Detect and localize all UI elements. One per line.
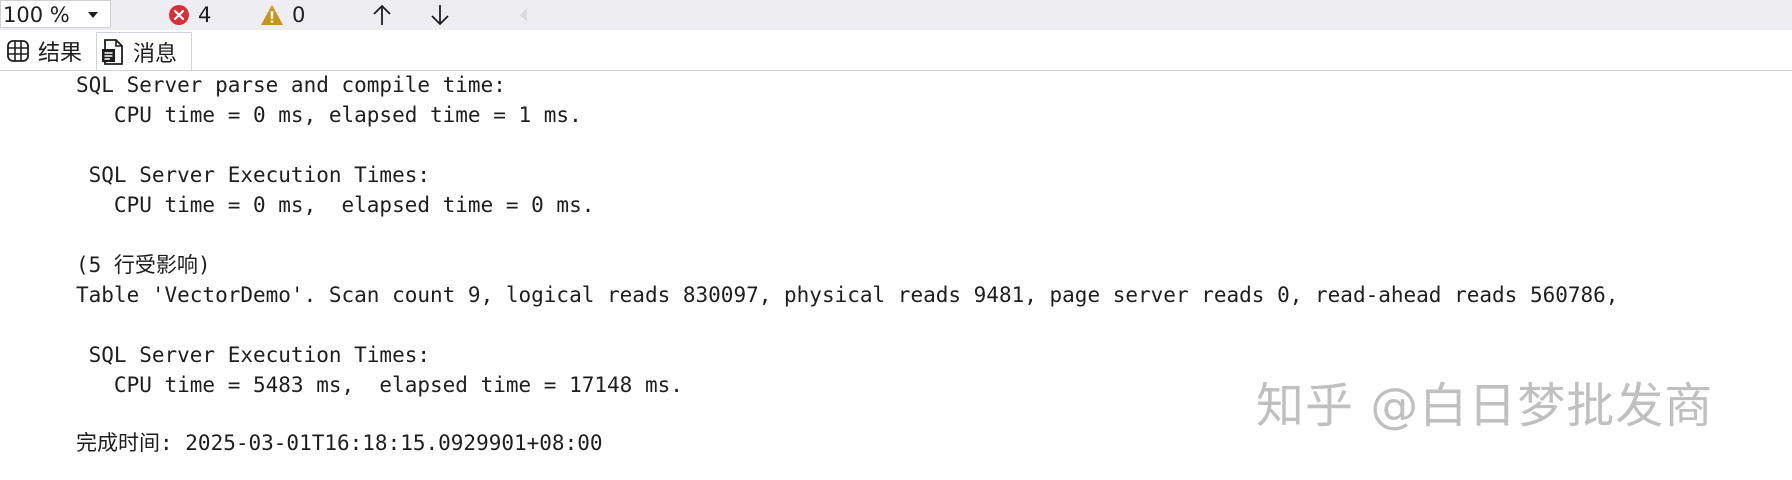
message-line: (5 行受影响) xyxy=(76,253,211,277)
arrow-up-icon xyxy=(373,4,391,25)
warning-count-button[interactable]: 0 xyxy=(260,2,305,28)
message-line: CPU time = 5483 ms, elapsed time = 17148… xyxy=(76,373,683,397)
error-count-button[interactable]: 4 xyxy=(168,2,211,28)
previous-message-button[interactable] xyxy=(369,2,395,28)
chevron-down-icon[interactable] xyxy=(88,12,98,18)
warning-count: 0 xyxy=(292,3,306,27)
result-tabs: 结果 消息 xyxy=(0,32,1792,71)
message-line: SQL Server Execution Times: xyxy=(76,343,431,367)
results-toolbar: 100 % 4 0 xyxy=(0,0,1792,30)
warning-triangle-icon xyxy=(261,5,283,25)
scroll-left-button[interactable] xyxy=(510,2,536,28)
tab-messages-label: 消息 xyxy=(133,41,178,67)
message-line: CPU time = 0 ms, elapsed time = 0 ms. xyxy=(76,193,595,217)
message-line: Table 'VectorDemo'. Scan count 9, logica… xyxy=(76,283,1619,307)
tab-messages[interactable]: 消息 xyxy=(96,32,192,71)
message-document-icon xyxy=(102,38,123,65)
completion-time: 完成时间: 2025-03-01T16:18:15.0929901+08:00 xyxy=(76,431,603,455)
arrow-down-icon xyxy=(431,5,449,26)
error-circle-icon xyxy=(169,5,189,25)
message-line: CPU time = 0 ms, elapsed time = 1 ms. xyxy=(76,103,582,127)
tabs-divider xyxy=(0,70,1792,71)
message-line: SQL Server parse and compile time: xyxy=(76,73,506,97)
zoom-dropdown[interactable]: 100 % xyxy=(0,0,111,28)
tab-results[interactable]: 结果 xyxy=(2,32,92,70)
zoom-value: 100 % xyxy=(3,3,70,27)
message-line: SQL Server Execution Times: xyxy=(76,163,431,187)
grid-icon xyxy=(7,40,29,62)
tab-results-label: 结果 xyxy=(38,41,83,66)
error-count: 4 xyxy=(198,3,212,27)
watermark: 知乎 @白日梦批发商 xyxy=(1256,378,1714,434)
scroll-left-icon xyxy=(520,8,527,22)
next-message-button[interactable] xyxy=(427,2,453,28)
